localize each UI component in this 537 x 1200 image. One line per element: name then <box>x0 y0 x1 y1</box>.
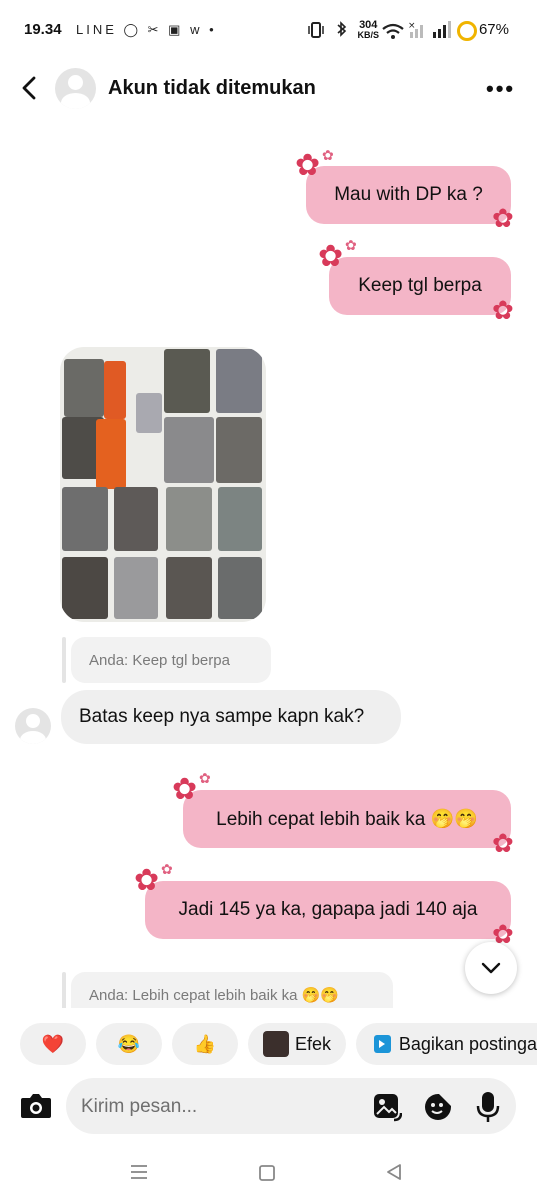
sticker-icon[interactable] <box>423 1092 453 1122</box>
quoted-reply-container: Anda: Lebih cepat lebih baik ka 🤭🤭 <box>0 960 537 1008</box>
status-time: 19.34 <box>24 21 62 38</box>
flower-sticker-icon: ✿ <box>492 828 514 858</box>
message-input[interactable]: Kirim pesan... <box>81 1096 197 1118</box>
gallery-icon[interactable] <box>372 1092 403 1122</box>
incoming-message[interactable]: Batas keep nya sampe kapn kak? <box>61 690 401 744</box>
camera-icon[interactable] <box>19 1090 53 1122</box>
sparkle-icon: ✿ <box>345 237 357 253</box>
conversation-title[interactable]: Akun tidak ditemukan <box>108 77 316 100</box>
outgoing-message[interactable]: Keep tgl berpa <box>329 257 511 315</box>
effect-label: Efek <box>294 1033 332 1054</box>
scroll-to-bottom-button[interactable] <box>465 942 517 994</box>
quoted-reply[interactable]: Anda: Lebih cepat lebih baik ka 🤭🤭 <box>71 972 393 1008</box>
share-post-label: Bagikan postinga <box>398 1033 537 1054</box>
quick-reaction-thumbs-up[interactable]: 👍 <box>172 1023 238 1065</box>
flower-sticker-icon: ✿ <box>172 773 198 806</box>
battery-percent: 67% <box>478 21 509 38</box>
battery-icon <box>457 21 477 41</box>
reply-indicator <box>62 972 66 1008</box>
flower-sticker-icon: ✿ <box>492 203 514 233</box>
vibrate-bluetooth-icon <box>308 21 347 38</box>
network-speed-unit: KB/S <box>357 30 379 40</box>
back-arrow-icon[interactable] <box>16 74 44 102</box>
system-navigation-bar <box>0 1140 537 1200</box>
sparkle-icon: ✿ <box>322 147 334 163</box>
outgoing-message[interactable]: Jadi 145 ya ka, gapapa jadi 140 aja <box>145 881 511 939</box>
reply-indicator <box>62 637 66 683</box>
signal-icon: × <box>408 21 451 38</box>
microphone-icon[interactable] <box>476 1090 500 1124</box>
share-post-icon <box>374 1035 391 1053</box>
outgoing-message[interactable]: Mau with DP ka ? <box>306 166 511 224</box>
sender-avatar[interactable] <box>15 708 51 744</box>
more-options-icon[interactable]: ••• <box>486 76 515 102</box>
effect-button[interactable]: Efek <box>248 1023 346 1065</box>
shared-photo[interactable] <box>60 347 266 622</box>
svg-text:×: × <box>408 21 416 31</box>
recent-apps-icon[interactable] <box>130 1164 148 1180</box>
flower-sticker-icon: ✿ <box>134 864 160 897</box>
home-icon[interactable] <box>258 1164 276 1182</box>
profile-avatar[interactable] <box>55 68 96 109</box>
sparkle-icon: ✿ <box>161 861 173 877</box>
flower-sticker-icon: ✿ <box>318 240 344 273</box>
status-bar: 19.34 LINE ◯ ✂ ▣ w • 304 KB/S × 67% <box>0 0 537 62</box>
notification-icons: LINE ◯ ✂ ▣ w • <box>76 22 217 37</box>
outgoing-message[interactable]: Lebih cepat lebih baik ka 🤭🤭 <box>183 790 511 848</box>
sparkle-icon: ✿ <box>199 770 211 786</box>
flower-sticker-icon: ✿ <box>295 149 321 182</box>
effect-thumbnail <box>262 1031 289 1057</box>
flower-sticker-icon: ✿ <box>492 295 514 325</box>
quoted-reply[interactable]: Anda: Keep tgl berpa <box>71 637 271 683</box>
quick-reaction-laugh[interactable]: 😂 <box>96 1023 162 1065</box>
quick-reaction-heart[interactable]: ❤️ <box>20 1023 86 1065</box>
back-nav-icon[interactable] <box>385 1163 403 1181</box>
wifi-icon <box>382 23 404 39</box>
network-speed: 304 KB/S <box>357 20 379 40</box>
share-post-button[interactable]: Bagikan postinga <box>356 1023 537 1065</box>
chevron-down-icon <box>481 962 501 974</box>
